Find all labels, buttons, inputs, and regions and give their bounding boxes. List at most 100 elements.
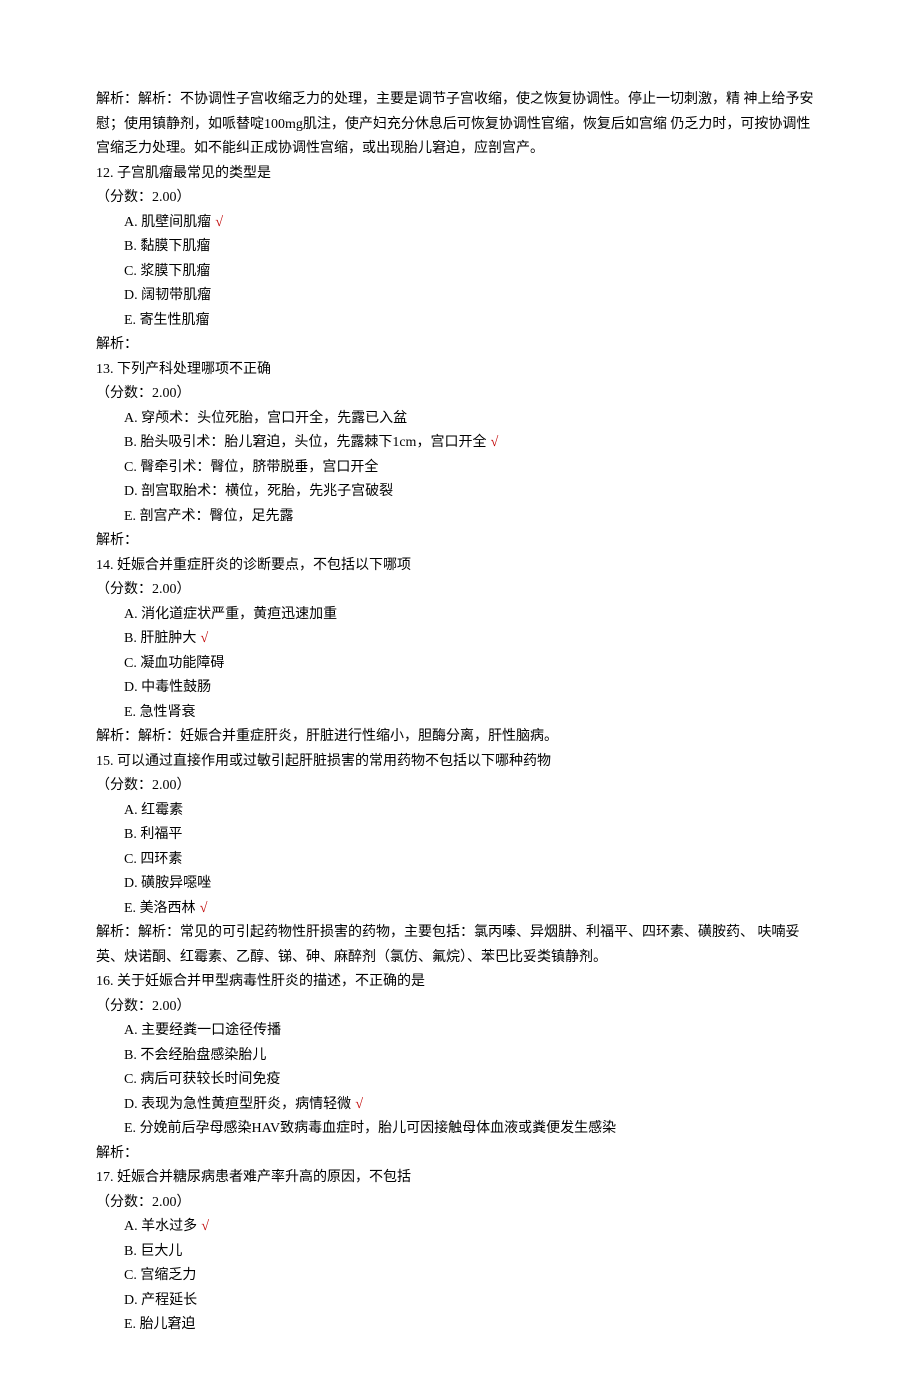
option-line: B. 黏膜下肌瘤: [96, 235, 824, 260]
option-letter: C.: [124, 460, 137, 475]
option-line: E. 急性肾衰: [96, 701, 824, 726]
option-line: A. 肌壁间肌瘤√: [96, 211, 824, 236]
question-block: 17. 妊娠合并糖尿病患者难产率升高的原因，不包括（分数：2.00）A. 羊水过…: [96, 1166, 824, 1338]
option-letter: E.: [124, 705, 136, 720]
question-text: 15. 可以通过直接作用或过敏引起肝脏损害的常用药物不包括以下哪种药物: [96, 750, 824, 775]
question-analysis: 解析：: [96, 1142, 824, 1167]
option-text: 病后可获较长时间免疫: [140, 1072, 280, 1087]
option-line: D. 产程延长: [96, 1289, 824, 1314]
question-text: 16. 关于妊娠合并甲型病毒性肝炎的描述，不正确的是: [96, 970, 824, 995]
question-stem: 关于妊娠合并甲型病毒性肝炎的描述，不正确的是: [117, 974, 425, 989]
option-letter: C.: [124, 656, 137, 671]
option-letter: B.: [124, 1244, 137, 1259]
option-line: C. 浆膜下肌瘤: [96, 260, 824, 285]
question-stem: 下列产科处理哪项不正确: [117, 362, 271, 377]
option-text: 阔韧带肌瘤: [141, 288, 211, 303]
option-letter: C.: [124, 852, 137, 867]
option-letter: E.: [124, 1317, 136, 1332]
option-line: E. 寄生性肌瘤: [96, 309, 824, 334]
option-text: 美洛西林: [140, 901, 196, 916]
option-letter: B.: [124, 1048, 137, 1063]
option-line: B. 胎头吸引术：胎儿窘迫，头位，先露棘下1cm，宫口开全√: [96, 431, 824, 456]
option-letter: A.: [124, 1023, 138, 1038]
option-letter: D.: [124, 876, 138, 891]
question-score: （分数：2.00）: [96, 1191, 824, 1216]
option-line: A. 穿颅术：头位死胎，宫口开全，先露已入盆: [96, 407, 824, 432]
question-analysis: 解析：解析：妊娠合并重症肝炎，肝脏进行性缩小，胆酶分离，肝性脑病。: [96, 725, 824, 750]
pre-question-analysis: 解析：解析：不协调性子宫收缩乏力的处理，主要是调节子宫收缩，使之恢复协调性。停止…: [96, 88, 824, 162]
option-text: 剖宫取胎术：横位，死胎，先兆子宫破裂: [141, 484, 393, 499]
option-line: C. 凝血功能障碍: [96, 652, 824, 677]
correct-mark-icon: √: [201, 631, 209, 646]
option-letter: C.: [124, 1268, 137, 1283]
question-number: 16.: [96, 974, 114, 989]
option-letter: E.: [124, 1121, 136, 1136]
question-analysis: 解析：: [96, 529, 824, 554]
option-letter: D.: [124, 484, 138, 499]
option-line: C. 宫缩乏力: [96, 1264, 824, 1289]
option-line: A. 主要经粪一口途径传播: [96, 1019, 824, 1044]
option-line: C. 病后可获较长时间免疫: [96, 1068, 824, 1093]
option-letter: B.: [124, 827, 137, 842]
question-block: 13. 下列产科处理哪项不正确（分数：2.00）A. 穿颅术：头位死胎，宫口开全…: [96, 358, 824, 554]
option-text: 黏膜下肌瘤: [140, 239, 210, 254]
correct-mark-icon: √: [355, 1097, 363, 1112]
option-letter: A.: [124, 1219, 138, 1234]
question-text: 14. 妊娠合并重症肝炎的诊断要点，不包括以下哪项: [96, 554, 824, 579]
option-text: 寄生性肌瘤: [140, 313, 210, 328]
option-text: 剖宫产术：臀位，足先露: [140, 509, 294, 524]
option-letter: E.: [124, 313, 136, 328]
option-text: 急性肾衰: [140, 705, 196, 720]
option-text: 利福平: [140, 827, 182, 842]
option-text: 穿颅术：头位死胎，宫口开全，先露已入盆: [141, 411, 407, 426]
option-line: B. 利福平: [96, 823, 824, 848]
option-text: 四环素: [140, 852, 182, 867]
question-block: 12. 子宫肌瘤最常见的类型是（分数：2.00）A. 肌壁间肌瘤√B. 黏膜下肌…: [96, 162, 824, 358]
question-analysis: 解析：解析：常见的可引起药物性肝损害的药物，主要包括：氯丙嗪、异烟肼、利福平、四…: [96, 921, 824, 970]
questions-container: 12. 子宫肌瘤最常见的类型是（分数：2.00）A. 肌壁间肌瘤√B. 黏膜下肌…: [96, 162, 824, 1338]
option-text: 中毒性鼓肠: [141, 680, 211, 695]
option-line: A. 红霉素: [96, 799, 824, 824]
question-score: （分数：2.00）: [96, 382, 824, 407]
option-letter: A.: [124, 411, 138, 426]
option-text: 分娩前后孕母感染HAV致病毒血症时，胎儿可因接触母体血液或粪便发生感染: [140, 1121, 617, 1136]
option-line: B. 不会经胎盘感染胎儿: [96, 1044, 824, 1069]
option-letter: B.: [124, 239, 137, 254]
option-text: 羊水过多: [141, 1219, 197, 1234]
question-block: 15. 可以通过直接作用或过敏引起肝脏损害的常用药物不包括以下哪种药物（分数：2…: [96, 750, 824, 971]
question-stem: 妊娠合并重症肝炎的诊断要点，不包括以下哪项: [117, 558, 411, 573]
question-score: （分数：2.00）: [96, 774, 824, 799]
option-line: E. 胎儿窘迫: [96, 1313, 824, 1338]
option-line: A. 消化道症状严重，黄疸迅速加重: [96, 603, 824, 628]
option-text: 胎儿窘迫: [140, 1317, 196, 1332]
option-text: 宫缩乏力: [140, 1268, 196, 1283]
question-block: 16. 关于妊娠合并甲型病毒性肝炎的描述，不正确的是（分数：2.00）A. 主要…: [96, 970, 824, 1166]
option-line: B. 巨大儿: [96, 1240, 824, 1265]
option-letter: D.: [124, 1097, 138, 1112]
question-score: （分数：2.00）: [96, 186, 824, 211]
option-line: E. 美洛西林√: [96, 897, 824, 922]
option-line: C. 四环素: [96, 848, 824, 873]
option-line: D. 中毒性鼓肠: [96, 676, 824, 701]
option-text: 胎头吸引术：胎儿窘迫，头位，先露棘下1cm，宫口开全: [140, 435, 486, 450]
option-line: B. 肝脏肿大√: [96, 627, 824, 652]
question-text: 12. 子宫肌瘤最常见的类型是: [96, 162, 824, 187]
option-letter: C.: [124, 1072, 137, 1087]
question-stem: 可以通过直接作用或过敏引起肝脏损害的常用药物不包括以下哪种药物: [117, 754, 551, 769]
question-text: 13. 下列产科处理哪项不正确: [96, 358, 824, 383]
question-stem: 子宫肌瘤最常见的类型是: [117, 166, 271, 181]
question-block: 14. 妊娠合并重症肝炎的诊断要点，不包括以下哪项（分数：2.00）A. 消化道…: [96, 554, 824, 750]
option-text: 主要经粪一口途径传播: [141, 1023, 281, 1038]
option-letter: A.: [124, 215, 138, 230]
question-text: 17. 妊娠合并糖尿病患者难产率升高的原因，不包括: [96, 1166, 824, 1191]
option-line: D. 磺胺异噁唑: [96, 872, 824, 897]
option-line: A. 羊水过多√: [96, 1215, 824, 1240]
option-letter: E.: [124, 901, 136, 916]
option-line: D. 表现为急性黄疸型肝炎，病情轻微√: [96, 1093, 824, 1118]
option-letter: A.: [124, 607, 138, 622]
question-stem: 妊娠合并糖尿病患者难产率升高的原因，不包括: [117, 1170, 411, 1185]
option-letter: C.: [124, 264, 137, 279]
option-letter: E.: [124, 509, 136, 524]
option-text: 浆膜下肌瘤: [140, 264, 210, 279]
option-text: 红霉素: [141, 803, 183, 818]
